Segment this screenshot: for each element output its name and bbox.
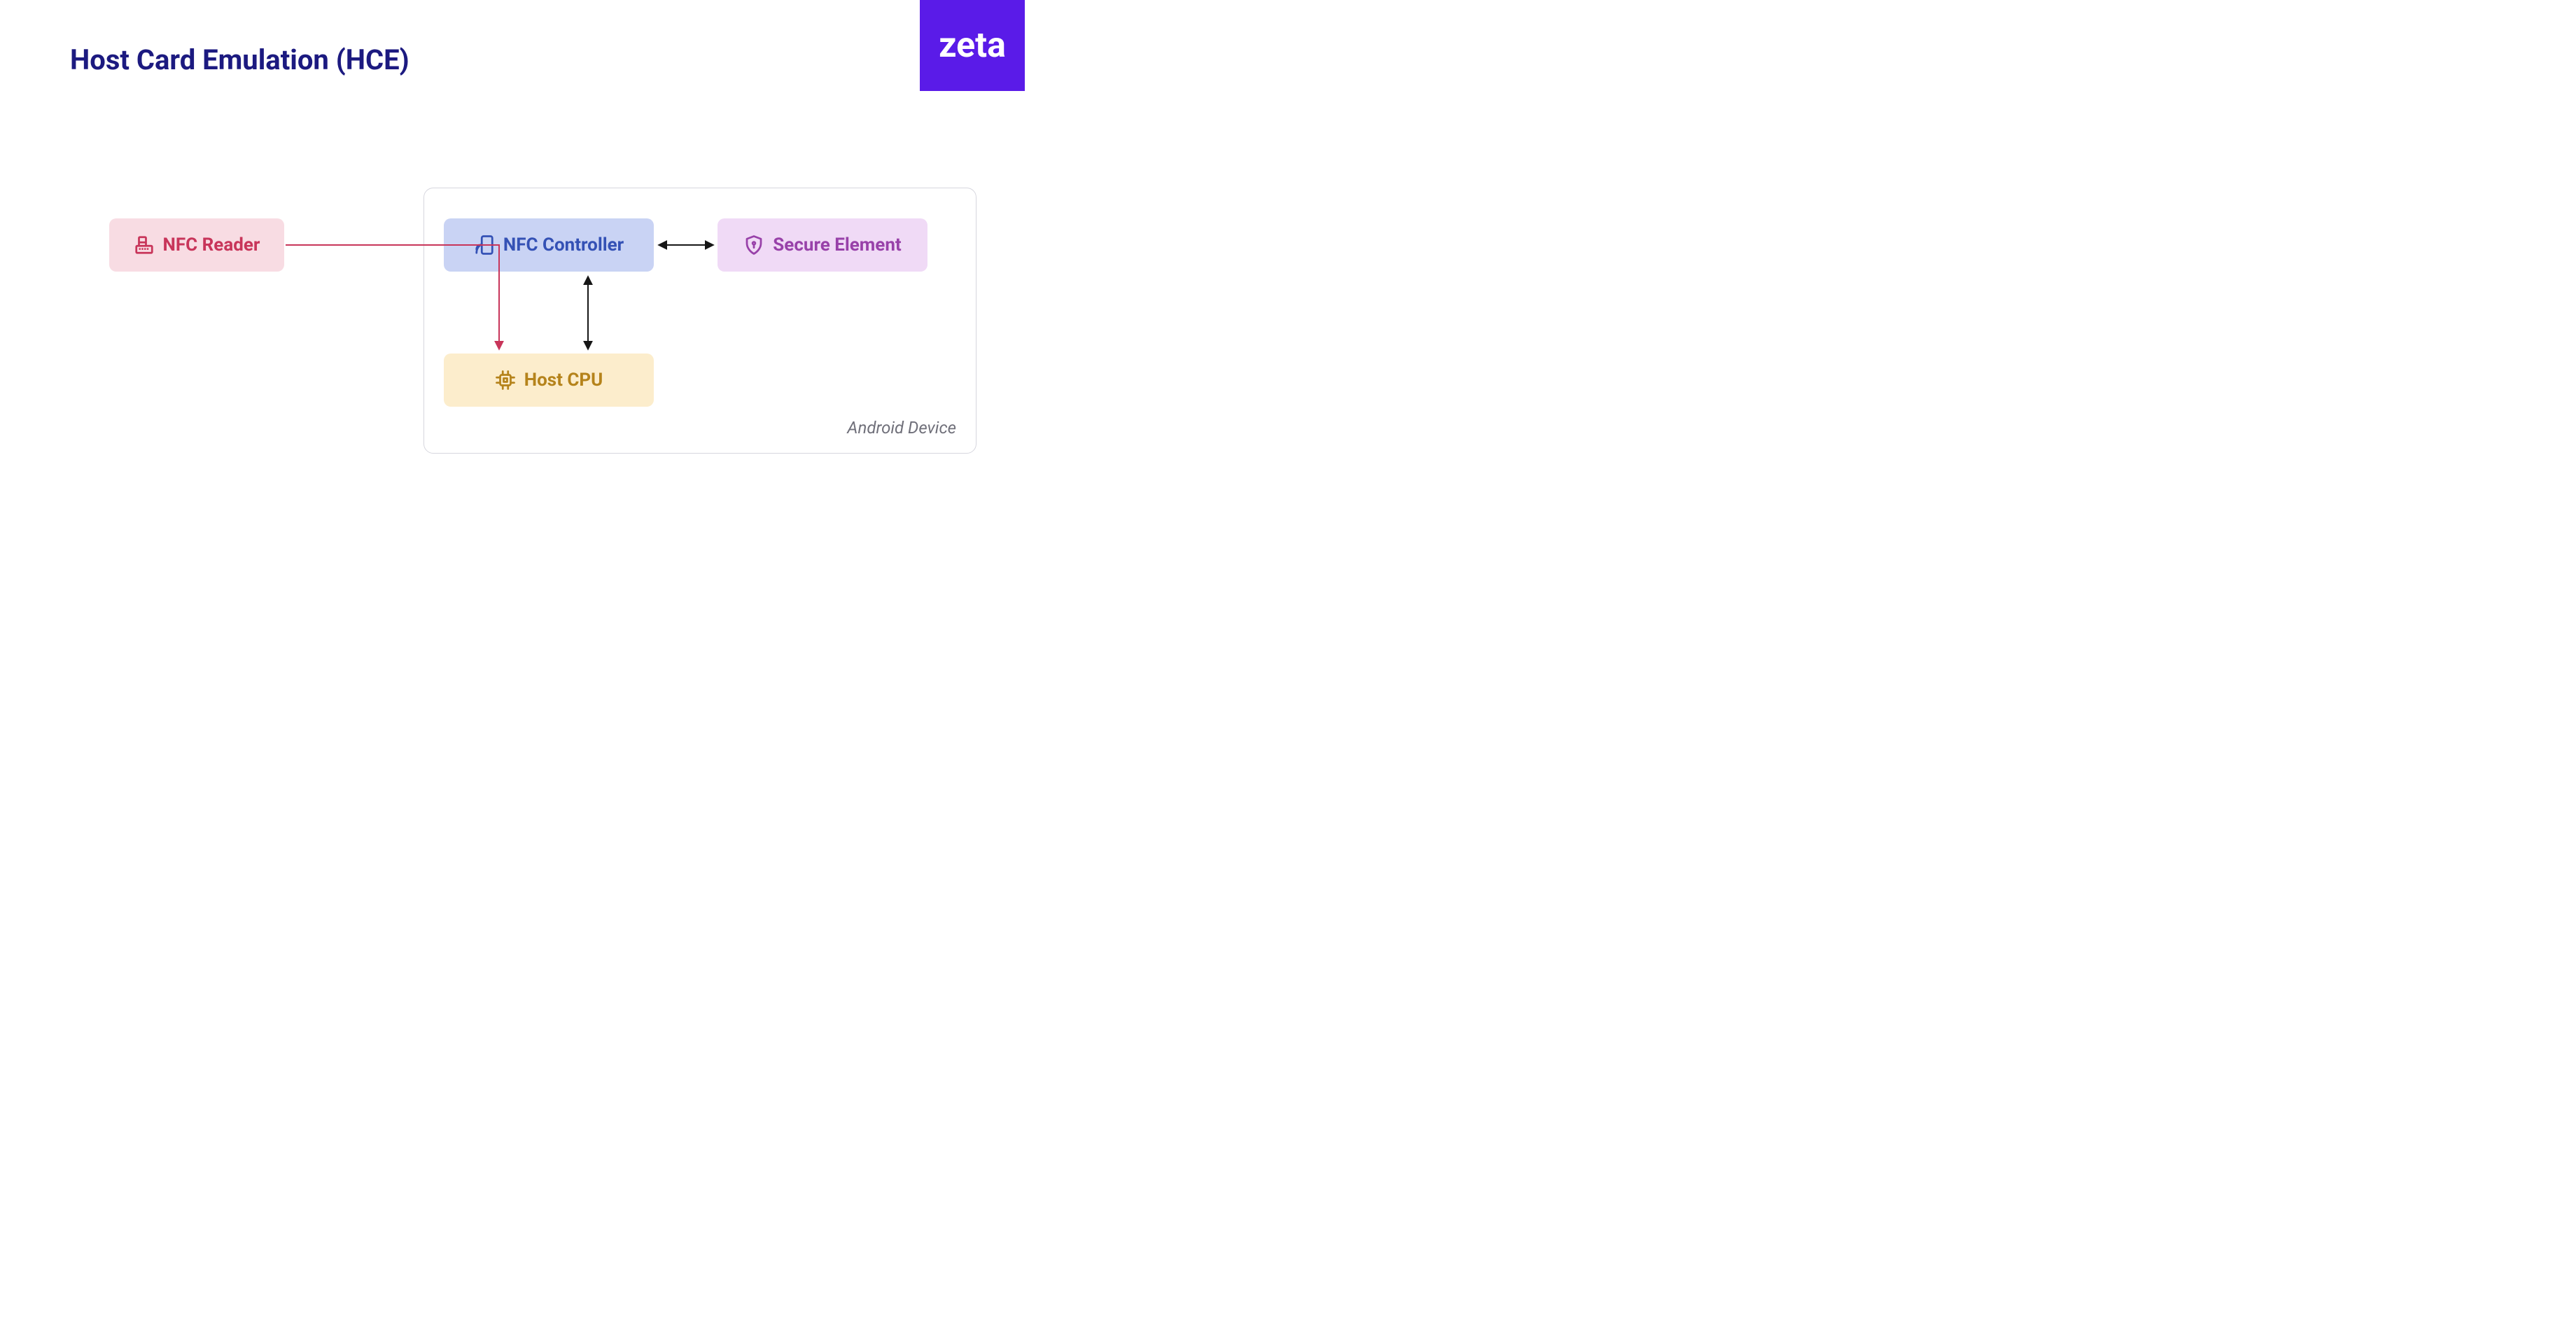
node-secure-element: Secure Element	[718, 218, 927, 272]
node-nfc-reader-label: NFC Reader	[163, 234, 260, 255]
cash-register-icon	[134, 234, 155, 255]
node-nfc-reader: NFC Reader	[109, 218, 284, 272]
phone-nfc-icon	[474, 234, 495, 255]
page-title: Host Card Emulation (HCE)	[70, 43, 410, 76]
node-nfc-controller-label: NFC Controller	[503, 234, 624, 255]
shield-lock-icon	[743, 234, 764, 255]
cpu-chip-icon	[495, 370, 516, 391]
android-device-label: Android Device	[847, 418, 956, 438]
node-host-cpu: Host CPU	[444, 354, 654, 407]
node-secure-element-label: Secure Element	[773, 234, 901, 255]
node-host-cpu-label: Host CPU	[524, 370, 603, 391]
brand-logo: zeta	[920, 0, 1025, 91]
diagram-canvas: Host Card Emulation (HCE) zeta Android D…	[0, 0, 1075, 555]
brand-logo-text: zeta	[939, 25, 1006, 66]
node-nfc-controller: NFC Controller	[444, 218, 654, 272]
